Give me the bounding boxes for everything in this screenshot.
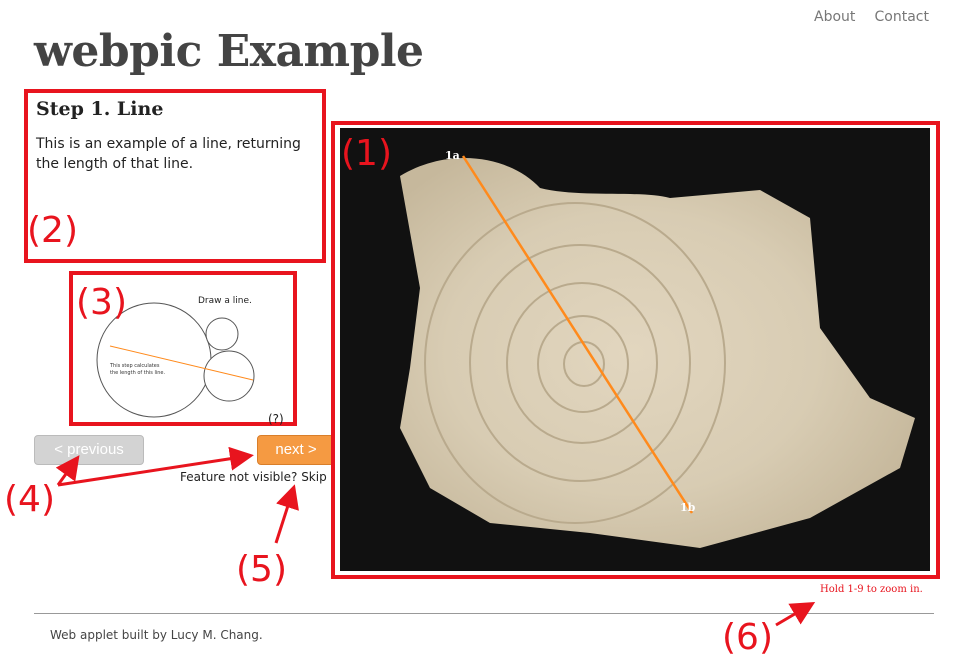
ammonite-photo: 1a 1b bbox=[400, 149, 915, 548]
annotation-5: (5) bbox=[236, 549, 287, 590]
top-nav: About Contact bbox=[814, 6, 929, 25]
footer-credit: Web applet built by Lucy M. Chang. bbox=[50, 628, 263, 642]
skip-text: Feature not visible? Skip it bbox=[180, 470, 330, 484]
skip-link[interactable]: Skip it bbox=[301, 470, 330, 484]
step-title: Step 1. Line bbox=[36, 98, 164, 120]
annotation-1: (1) bbox=[341, 133, 392, 174]
step-description: This is an example of a line, returning … bbox=[36, 136, 301, 172]
site-title: webpic Example bbox=[34, 26, 424, 77]
skip-prefix: Feature not visible? bbox=[180, 470, 298, 484]
arrow-to-zoom-hint bbox=[775, 601, 816, 627]
arrow-to-skip bbox=[274, 484, 299, 544]
annotation-3: (3) bbox=[76, 282, 127, 323]
small-circle bbox=[205, 317, 239, 351]
annotation-6: (6) bbox=[722, 617, 773, 658]
annotation-2: (2) bbox=[27, 210, 78, 251]
footer-divider bbox=[34, 613, 934, 614]
point-label-start: 1a bbox=[445, 149, 460, 162]
nav-about-link[interactable]: About bbox=[814, 9, 855, 25]
diagram-caption-2: the length of this line. bbox=[110, 370, 165, 376]
annotation-4: (4) bbox=[4, 479, 55, 520]
nav-contact-link[interactable]: Contact bbox=[875, 9, 929, 25]
image-canvas[interactable]: 1a 1b bbox=[340, 128, 930, 571]
next-button[interactable]: next > bbox=[257, 435, 335, 465]
diagram-caption-1: This step calculates bbox=[109, 363, 160, 369]
point-label-end: 1b bbox=[680, 501, 696, 514]
previous-button[interactable]: < previous bbox=[34, 435, 144, 465]
zoom-hint: Hold 1-9 to zoom in. bbox=[820, 584, 923, 595]
diagram-heading: Draw a line. bbox=[198, 296, 252, 306]
help-marker[interactable]: (?) bbox=[268, 412, 284, 426]
medium-circle bbox=[203, 350, 255, 402]
